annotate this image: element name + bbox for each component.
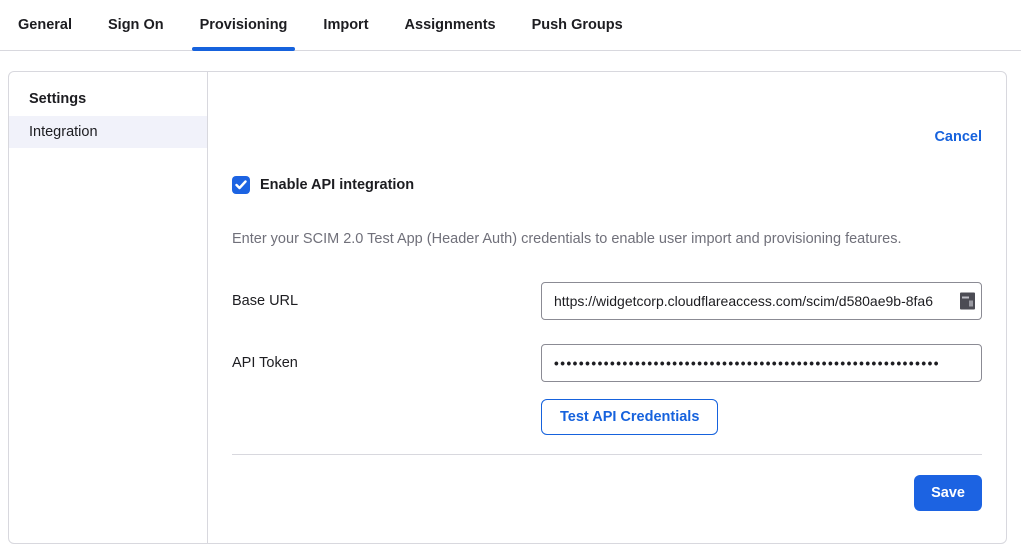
api-token-input[interactable] bbox=[541, 344, 982, 382]
content-panel: Settings Integration Cancel Enable API i… bbox=[8, 71, 1007, 544]
tab-general[interactable]: General bbox=[10, 0, 80, 50]
test-api-credentials-button[interactable]: Test API Credentials bbox=[541, 399, 718, 435]
settings-sidebar: Settings Integration bbox=[9, 72, 208, 543]
enable-api-integration-row: Enable API integration bbox=[232, 176, 982, 194]
base-url-label: Base URL bbox=[232, 293, 541, 309]
app-tab-bar: General Sign On Provisioning Import Assi… bbox=[0, 0, 1021, 51]
base-url-input[interactable] bbox=[541, 282, 982, 320]
api-token-label: API Token bbox=[232, 355, 541, 371]
check-icon bbox=[235, 180, 247, 190]
enable-api-integration-checkbox[interactable] bbox=[232, 176, 250, 194]
api-token-row: API Token bbox=[232, 344, 982, 382]
save-row: Save bbox=[232, 475, 982, 511]
api-token-input-wrap bbox=[541, 344, 982, 382]
text-overflow-cursor-icon bbox=[960, 293, 975, 310]
tab-provisioning[interactable]: Provisioning bbox=[192, 0, 296, 50]
base-url-row: Base URL bbox=[232, 282, 982, 320]
save-button[interactable]: Save bbox=[914, 475, 982, 511]
integration-settings-form: Cancel Enable API integration Enter your… bbox=[208, 72, 1006, 543]
tab-import[interactable]: Import bbox=[315, 0, 376, 50]
test-credentials-row: Test API Credentials bbox=[541, 399, 982, 435]
base-url-input-wrap bbox=[541, 282, 982, 320]
cancel-link[interactable]: Cancel bbox=[934, 129, 982, 145]
enable-api-integration-label: Enable API integration bbox=[260, 177, 414, 193]
sidebar-header: Settings bbox=[9, 82, 207, 116]
tab-sign-on[interactable]: Sign On bbox=[100, 0, 172, 50]
tab-assignments[interactable]: Assignments bbox=[397, 0, 504, 50]
credentials-description: Enter your SCIM 2.0 Test App (Header Aut… bbox=[232, 231, 982, 247]
tab-push-groups[interactable]: Push Groups bbox=[524, 0, 631, 50]
cancel-row: Cancel bbox=[232, 128, 982, 146]
footer-divider bbox=[232, 454, 982, 455]
sidebar-item-integration[interactable]: Integration bbox=[9, 116, 207, 148]
